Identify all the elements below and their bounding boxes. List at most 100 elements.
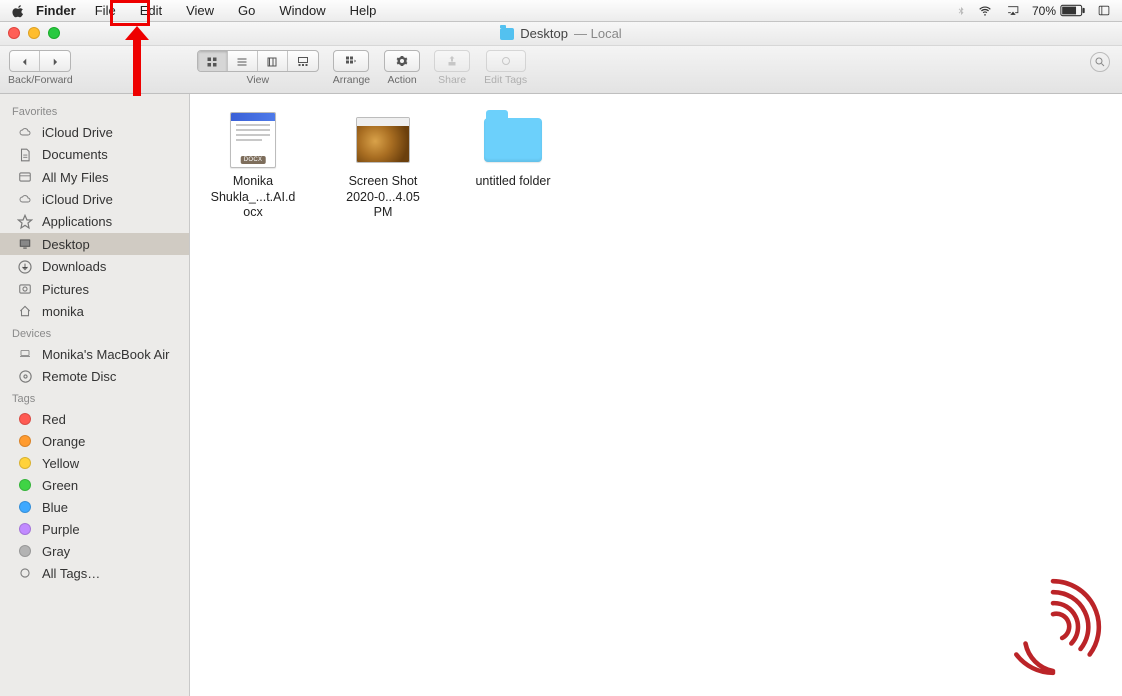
sidebar-heading: Tags	[0, 387, 189, 408]
sidebar-item-blue[interactable]: Blue	[0, 496, 189, 518]
sidebar-item-label: Purple	[42, 522, 80, 537]
window-minimize-button[interactable]	[28, 27, 40, 39]
share-button[interactable]	[434, 50, 470, 72]
sidebar-item-pictures[interactable]: Pictures	[0, 278, 189, 300]
menubar-help[interactable]: Help	[345, 2, 382, 19]
arrange-button[interactable]	[333, 50, 369, 72]
file-label: MonikaShukla_...t.AI.docx	[208, 174, 298, 221]
action-button[interactable]	[384, 50, 420, 72]
wifi-icon[interactable]	[976, 4, 994, 17]
window-titlebar: Desktop — Local	[0, 22, 1122, 46]
search-button[interactable]	[1090, 52, 1110, 72]
all-icon	[16, 170, 34, 184]
sidebar-item-label: Monika's MacBook Air	[42, 347, 169, 362]
tag-dot-icon	[16, 413, 34, 425]
sidebar-item-remote-disc[interactable]: Remote Disc	[0, 365, 189, 387]
edit-tags-label: Edit Tags	[484, 74, 527, 86]
share-label: Share	[438, 74, 466, 86]
desktop-icon	[16, 237, 34, 251]
sidebar-item-yellow[interactable]: Yellow	[0, 452, 189, 474]
view-mode-segment	[197, 50, 319, 72]
view-icons-button[interactable]	[198, 51, 228, 72]
cloud-icon	[16, 193, 34, 205]
sidebar-item-label: Documents	[42, 147, 108, 162]
sidebar-item-desktop[interactable]: Desktop	[0, 233, 189, 255]
sidebar-item-all-my-files[interactable]: All My Files	[0, 166, 189, 188]
tag-dot-icon	[16, 523, 34, 535]
sidebar-item-icloud-drive[interactable]: iCloud Drive	[0, 121, 189, 143]
menubar-file[interactable]: File	[90, 2, 121, 19]
sidebar-item-gray[interactable]: Gray	[0, 540, 189, 562]
file-item[interactable]: untitled folder	[468, 112, 558, 190]
window-maximize-button[interactable]	[48, 27, 60, 39]
cloud-icon	[16, 126, 34, 138]
battery-icon[interactable]	[1060, 4, 1086, 17]
pictures-icon	[16, 282, 34, 296]
apple-logo-icon[interactable]	[10, 4, 26, 18]
sidebar-item-monika-s-macbook-air[interactable]: Monika's MacBook Air	[0, 343, 189, 365]
menubar-edit[interactable]: Edit	[135, 2, 167, 19]
sidebar: FavoritesiCloud DriveDocumentsAll My Fil…	[0, 94, 190, 696]
alltags-icon	[16, 566, 34, 580]
edit-tags-button[interactable]	[486, 50, 526, 72]
sidebar-item-applications[interactable]: Applications	[0, 210, 189, 233]
sidebar-item-label: Blue	[42, 500, 68, 515]
file-label: Screen Shot2020-0...4.05 PM	[338, 174, 428, 221]
sidebar-item-label: Orange	[42, 434, 85, 449]
menubar-window[interactable]: Window	[274, 2, 330, 19]
tag-dot-icon	[16, 501, 34, 513]
sidebar-item-orange[interactable]: Orange	[0, 430, 189, 452]
download-icon	[16, 259, 34, 275]
view-columns-button[interactable]	[258, 51, 288, 72]
sidebar-item-monika[interactable]: monika	[0, 300, 189, 322]
airplay-icon[interactable]	[1004, 4, 1022, 17]
home-icon	[16, 304, 34, 318]
sidebar-item-red[interactable]: Red	[0, 408, 189, 430]
window-title-name: Desktop	[520, 26, 568, 41]
sidebar-item-label: Applications	[42, 214, 112, 229]
sidebar-item-label: Gray	[42, 544, 70, 559]
sidebar-item-label: iCloud Drive	[42, 192, 113, 207]
menubar-view[interactable]: View	[181, 2, 219, 19]
sidebar-item-label: Desktop	[42, 237, 90, 252]
view-list-button[interactable]	[228, 51, 258, 72]
view-gallery-button[interactable]	[288, 51, 318, 72]
bluetooth-icon[interactable]	[956, 4, 966, 18]
forward-button[interactable]	[40, 51, 70, 72]
menubar-app-name[interactable]: Finder	[36, 3, 76, 18]
back-forward-segment	[9, 50, 71, 72]
window-title-location: — Local	[574, 26, 622, 41]
file-item[interactable]: DOCX MonikaShukla_...t.AI.docx	[208, 112, 298, 221]
arrange-label: Arrange	[333, 74, 370, 86]
sidebar-item-label: Yellow	[42, 456, 79, 471]
tag-dot-icon	[16, 545, 34, 557]
back-button[interactable]	[10, 51, 40, 72]
tag-dot-icon	[16, 479, 34, 491]
tag-dot-icon	[16, 435, 34, 447]
sidebar-item-label: All My Files	[42, 170, 108, 185]
menubar-go[interactable]: Go	[233, 2, 260, 19]
menubar-extra-icon[interactable]	[1096, 4, 1112, 17]
action-label: Action	[388, 74, 417, 86]
sidebar-item-label: monika	[42, 304, 84, 319]
tag-dot-icon	[16, 457, 34, 469]
file-label: untitled folder	[475, 174, 550, 190]
main-pane[interactable]: DOCX MonikaShukla_...t.AI.docx Screen Shot…	[190, 94, 1122, 696]
sidebar-item-icloud-drive[interactable]: iCloud Drive	[0, 188, 189, 210]
sidebar-item-purple[interactable]: Purple	[0, 518, 189, 540]
folder-icon	[500, 28, 514, 40]
window-close-button[interactable]	[8, 27, 20, 39]
laptop-icon	[16, 348, 34, 360]
sidebar-item-downloads[interactable]: Downloads	[0, 255, 189, 278]
sidebar-item-green[interactable]: Green	[0, 474, 189, 496]
sidebar-item-label: All Tags…	[42, 566, 100, 581]
file-item[interactable]: Screen Shot2020-0...4.05 PM	[338, 112, 428, 221]
docx-file-icon: DOCX	[222, 112, 284, 168]
sidebar-item-all-tags-[interactable]: All Tags…	[0, 562, 189, 584]
screenshot-thumb-icon	[352, 112, 414, 168]
sidebar-heading: Devices	[0, 322, 189, 343]
sidebar-item-label: Red	[42, 412, 66, 427]
sidebar-item-documents[interactable]: Documents	[0, 143, 189, 166]
menubar: Finder File Edit View Go Window Help 70%	[0, 0, 1122, 22]
sidebar-item-label: Downloads	[42, 259, 106, 274]
